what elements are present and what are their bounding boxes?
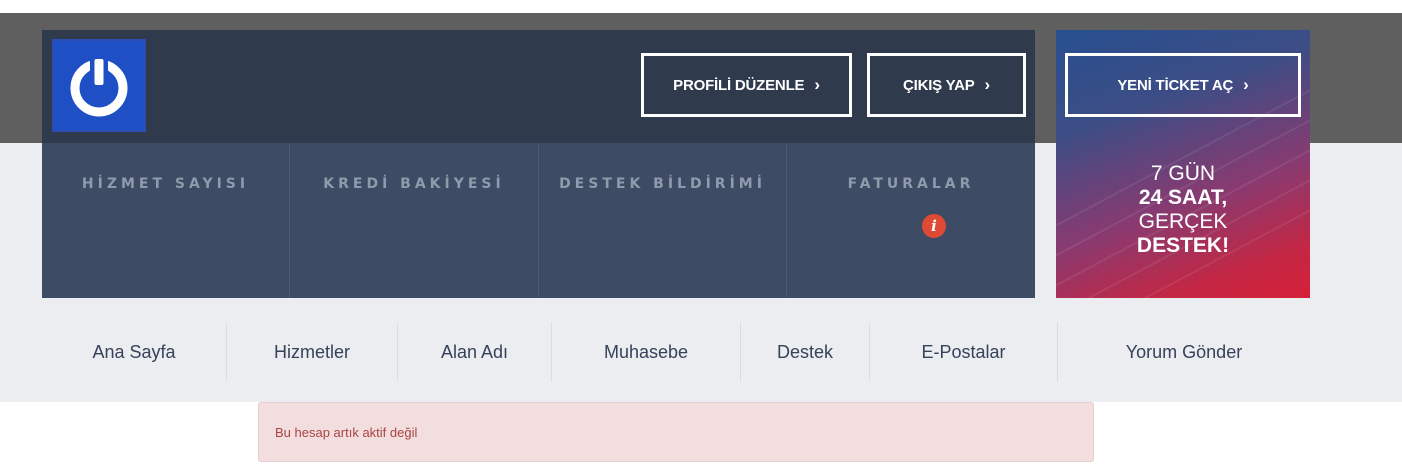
logout-label: ÇIKIŞ YAP	[902, 76, 975, 94]
nav-item-emails[interactable]: E-Postalar	[870, 322, 1057, 382]
nav-item-send-review[interactable]: Yorum Gönder	[1058, 322, 1310, 382]
stat-services[interactable]: HİZMET SAYISI	[42, 143, 290, 298]
chevron-right-icon: ›	[1243, 75, 1249, 94]
nav-item-home[interactable]: Ana Sayfa	[42, 322, 226, 382]
nav-item-domain[interactable]: Alan Adı	[398, 322, 551, 382]
promo-line: GERÇEK	[1138, 210, 1228, 233]
stat-label: FATURALAR	[847, 176, 975, 192]
chevron-right-icon: ›	[984, 75, 991, 94]
stat-credit-balance[interactable]: KREDİ BAKİYESİ	[290, 143, 539, 298]
stat-label: KREDİ BAKİYESİ	[323, 176, 505, 192]
edit-profile-button[interactable]: PROFİLİ DÜZENLE ›	[641, 53, 852, 117]
promo-line: DESTEK!	[1136, 234, 1230, 257]
power-icon	[70, 55, 128, 117]
logout-button[interactable]: ÇIKIŞ YAP ›	[867, 53, 1026, 117]
new-ticket-label: YENİ TİCKET AÇ	[1117, 76, 1234, 94]
nav-item-support[interactable]: Destek	[741, 322, 869, 382]
inactive-account-alert: Bu hesap artık aktif değil	[258, 402, 1094, 462]
nav-item-accounting[interactable]: Muhasebe	[552, 322, 740, 382]
stat-label: DESTEK BİLDİRİMİ	[559, 176, 766, 192]
new-ticket-button[interactable]: YENİ TİCKET AÇ ›	[1065, 53, 1301, 117]
promo-line: 7 GÜN	[1150, 162, 1216, 185]
edit-profile-label: PROFİLİ DÜZENLE	[673, 76, 805, 94]
alert-message: Bu hesap artık aktif değil	[275, 424, 418, 440]
stats-panel: HİZMET SAYISI KREDİ BAKİYESİ DESTEK BİLD…	[42, 143, 1035, 298]
stat-invoices[interactable]: FATURALAR i	[787, 143, 1035, 298]
stat-support-tickets[interactable]: DESTEK BİLDİRİMİ	[539, 143, 787, 298]
info-icon[interactable]: i	[922, 214, 946, 238]
stat-label: HİZMET SAYISI	[81, 176, 250, 192]
promo-line: 24 SAAT,	[1138, 186, 1228, 209]
chevron-right-icon: ›	[814, 75, 820, 94]
brand-logo[interactable]	[52, 39, 146, 132]
promo-text: 7 GÜN 24 SAAT, GERÇEK DESTEK!	[1056, 162, 1310, 258]
nav-item-services[interactable]: Hizmetler	[227, 322, 397, 382]
